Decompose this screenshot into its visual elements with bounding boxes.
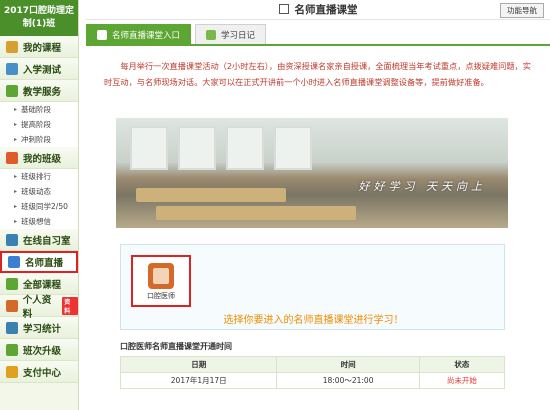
nav-menu-button[interactable]: 功能导航	[500, 3, 544, 18]
menu-icon	[6, 321, 18, 334]
menu-icon	[6, 299, 18, 312]
sidebar-item-label: 个人资料	[22, 294, 52, 320]
window-image	[274, 126, 312, 170]
sidebar-item-label: 在线自习室	[23, 235, 71, 247]
sidebar: 2017口腔助理定制(1)班 我的课程入学测试教学服务基础阶段提高阶段冲刺阶段我…	[0, 0, 79, 410]
top-bar: 名师直播课堂 功能导航	[86, 0, 550, 20]
tab-bar: 名师直播课堂入口 学习日记	[86, 24, 550, 46]
menu-icon	[6, 343, 18, 356]
menu-icon	[6, 40, 18, 53]
course-oral-doctor[interactable]: 口腔医师	[131, 255, 191, 307]
desk-image	[156, 206, 356, 220]
course-label: 口腔医师	[147, 292, 175, 300]
profile-badge: 资料	[62, 296, 78, 315]
menu-icon	[6, 233, 18, 246]
sidebar-item-label: 名师直播	[25, 258, 64, 269]
sidebar-subitem[interactable]: 基础阶段	[0, 102, 78, 117]
tab-study-diary-label: 学习日记	[221, 30, 256, 41]
tab-live-entry[interactable]: 名师直播课堂入口	[86, 24, 192, 44]
page-title: 名师直播课堂	[278, 2, 358, 17]
sidebar-item-5[interactable]: 名师直播	[0, 251, 78, 273]
sidebar-subitem[interactable]: 班级动态	[0, 184, 78, 199]
sidebar-item-label: 班次升级	[23, 345, 62, 357]
window-image	[178, 126, 216, 170]
sidebar-item-label: 全部课程	[23, 279, 62, 291]
menu-icon	[6, 62, 18, 75]
sidebar-item-8[interactable]: 学习统计	[0, 317, 78, 339]
menu-icon	[8, 256, 20, 268]
choose-prompt: 选择你要进入的名师直播课堂进行学习！	[223, 315, 404, 326]
sidebar-item-2[interactable]: 教学服务	[0, 80, 78, 102]
menu-icon	[6, 365, 18, 378]
page-title-text: 名师直播课堂	[294, 4, 358, 16]
sidebar-item-0[interactable]: 我的课程	[0, 36, 78, 58]
sidebar-subitem[interactable]: 提高阶段	[0, 117, 78, 132]
row-status: 尚未开始	[418, 372, 506, 389]
calculator-icon	[148, 263, 174, 289]
sidebar-item-label: 学习统计	[23, 323, 62, 335]
sidebar-item-label: 我的班级	[23, 153, 62, 165]
schedule-table: 日期 时间 状态 2017年1月17日 18:00～21:00 尚未开始	[119, 356, 506, 389]
menu-icon	[6, 277, 18, 290]
sidebar-item-7[interactable]: 个人资料 资料	[0, 294, 78, 320]
col-status: 状态	[418, 356, 506, 373]
sidebar-subitem[interactable]: 班级同学2/50	[0, 199, 78, 214]
window-image	[130, 126, 168, 170]
sidebar-item-1[interactable]: 入学测试	[0, 58, 78, 80]
row-date: 2017年1月17日	[119, 372, 278, 389]
sidebar-item-4[interactable]: 在线自习室	[0, 229, 78, 251]
col-date: 日期	[119, 356, 278, 373]
class-title: 2017口腔助理定制(1)班	[0, 0, 78, 36]
sidebar-item-3[interactable]: 我的班级	[0, 147, 78, 169]
col-time: 时间	[276, 356, 420, 373]
sidebar-item-label: 支付中心	[23, 367, 62, 379]
schedule-title: 口腔医师名师直播课堂开通时间	[120, 342, 232, 351]
menu-icon	[6, 84, 18, 97]
row-time: 18:00～21:00	[276, 372, 420, 389]
tab-study-diary[interactable]: 学习日记	[195, 24, 267, 44]
window-image	[226, 126, 264, 170]
table-row: 2017年1月17日 18:00～21:00 尚未开始	[119, 372, 506, 389]
tab-live-entry-label: 名师直播课堂入口	[112, 30, 181, 41]
monitor-icon	[278, 4, 289, 14]
sidebar-item-9[interactable]: 班次升级	[0, 339, 78, 361]
pencil-icon	[206, 29, 217, 40]
sidebar-subitem[interactable]: 班级排行	[0, 169, 78, 184]
main-content: 名师直播课堂 功能导航 名师直播课堂入口 学习日记 每月举行一次直播课堂活动（2…	[86, 0, 550, 410]
banner-slogan: 好好学习 天天向上	[358, 180, 486, 193]
sidebar-subitem[interactable]: 班级想信	[0, 214, 78, 229]
menu-icon	[6, 151, 18, 164]
desk-image	[136, 188, 286, 202]
sidebar-item-10[interactable]: 支付中心	[0, 361, 78, 383]
course-panel: 口腔医师 选择你要进入的名师直播课堂进行学习！	[120, 244, 505, 330]
sidebar-item-label: 教学服务	[23, 86, 62, 98]
sidebar-item-label: 入学测试	[23, 64, 62, 76]
sidebar-subitem[interactable]: 冲刺阶段	[0, 132, 78, 147]
sidebar-item-label: 我的课程	[23, 42, 62, 54]
classroom-banner: 好好学习 天天向上	[116, 118, 508, 228]
enter-icon	[97, 29, 107, 40]
